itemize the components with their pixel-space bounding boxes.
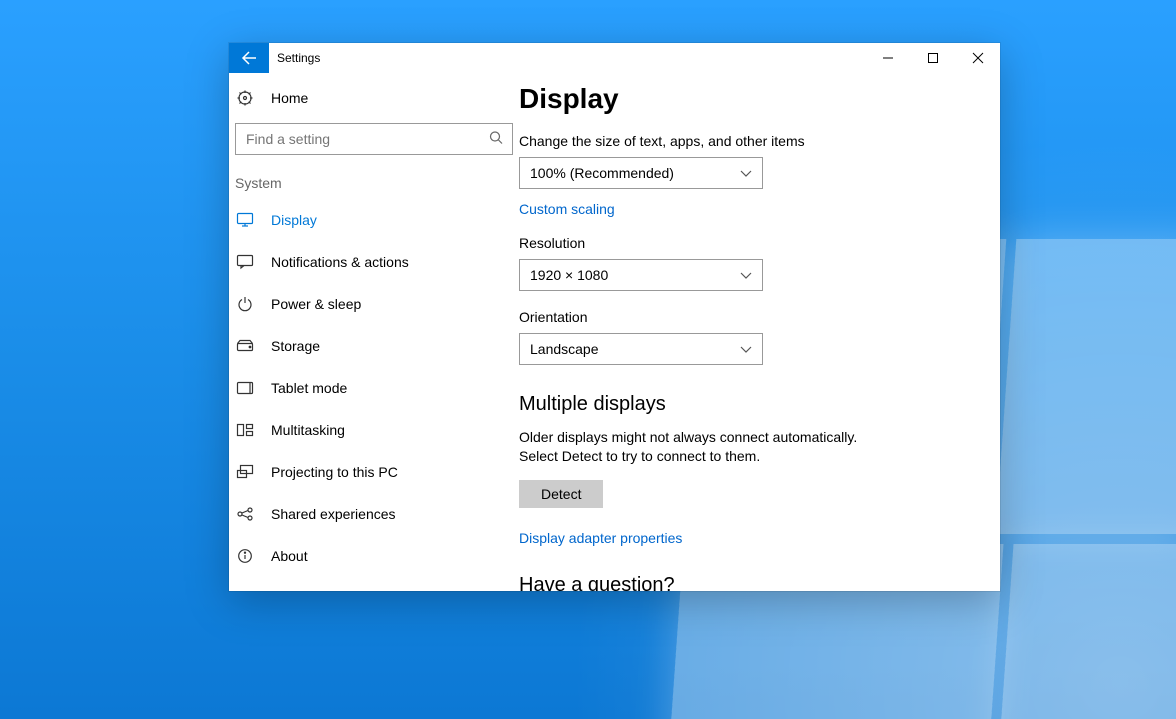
tablet-icon (235, 382, 255, 394)
back-button[interactable] (229, 43, 269, 73)
chevron-down-icon (740, 341, 752, 357)
scale-value: 100% (Recommended) (530, 165, 674, 181)
settings-content: Display Change the size of text, apps, a… (519, 73, 1000, 591)
titlebar: Settings (229, 43, 1000, 73)
search-input[interactable] (235, 123, 513, 155)
sidebar-home[interactable]: Home (229, 77, 519, 119)
sidebar-item-tablet-mode[interactable]: Tablet mode (229, 367, 519, 409)
desktop-background: Settings Home (0, 0, 1176, 719)
back-arrow-icon (241, 50, 257, 66)
chevron-down-icon (740, 267, 752, 283)
sidebar-item-shared-experiences[interactable]: Shared experiences (229, 493, 519, 535)
chevron-down-icon (740, 165, 752, 181)
scale-label: Change the size of text, apps, and other… (519, 133, 1000, 149)
sidebar-item-display[interactable]: Display (229, 199, 519, 241)
sidebar-item-notifications[interactable]: Notifications & actions (229, 241, 519, 283)
shared-icon (235, 507, 255, 521)
orientation-label: Orientation (519, 309, 1000, 325)
orientation-value: Landscape (530, 341, 599, 357)
sidebar-item-label: Storage (271, 338, 320, 354)
resolution-dropdown[interactable]: 1920 × 1080 (519, 259, 763, 291)
have-question-title: Have a question? (519, 574, 1000, 591)
storage-icon (235, 340, 255, 352)
sidebar-item-power-sleep[interactable]: Power & sleep (229, 283, 519, 325)
search-icon (489, 131, 503, 148)
sidebar-home-label: Home (271, 90, 308, 106)
notifications-icon (235, 255, 255, 269)
close-button[interactable] (955, 43, 1000, 73)
minimize-button[interactable] (865, 43, 910, 73)
projecting-icon (235, 465, 255, 479)
sidebar-item-projecting[interactable]: Projecting to this PC (229, 451, 519, 493)
display-adapter-link[interactable]: Display adapter properties (519, 530, 1000, 546)
close-icon (973, 53, 983, 63)
sidebar-group-label: System (229, 155, 519, 199)
scale-dropdown[interactable]: 100% (Recommended) (519, 157, 763, 189)
page-title: Display (519, 73, 1000, 115)
home-icon (235, 90, 255, 106)
resolution-label: Resolution (519, 235, 1000, 251)
sidebar-item-label: Notifications & actions (271, 254, 409, 270)
maximize-button[interactable] (910, 43, 955, 73)
sidebar-item-label: About (271, 548, 308, 564)
sidebar-item-multitasking[interactable]: Multitasking (229, 409, 519, 451)
window-title: Settings (269, 43, 320, 73)
power-icon (235, 297, 255, 311)
minimize-icon (883, 53, 893, 63)
multiple-displays-text: Older displays might not always connect … (519, 428, 899, 466)
orientation-dropdown[interactable]: Landscape (519, 333, 763, 365)
search-box[interactable] (235, 123, 513, 155)
multiple-displays-title: Multiple displays (519, 393, 1000, 416)
sidebar-item-label: Multitasking (271, 422, 345, 438)
settings-window: Settings Home (229, 43, 1000, 591)
about-icon (235, 549, 255, 563)
detect-button[interactable]: Detect (519, 480, 603, 508)
sidebar-item-about[interactable]: About (229, 535, 519, 577)
sidebar: Home System Display (229, 73, 519, 591)
multitasking-icon (235, 424, 255, 436)
sidebar-item-label: Projecting to this PC (271, 464, 398, 480)
sidebar-item-label: Shared experiences (271, 506, 396, 522)
custom-scaling-link[interactable]: Custom scaling (519, 201, 1000, 217)
display-icon (235, 213, 255, 227)
maximize-icon (928, 53, 938, 63)
sidebar-item-label: Display (271, 212, 317, 228)
resolution-value: 1920 × 1080 (530, 267, 608, 283)
sidebar-item-label: Tablet mode (271, 380, 347, 396)
sidebar-item-storage[interactable]: Storage (229, 325, 519, 367)
sidebar-item-label: Power & sleep (271, 296, 361, 312)
